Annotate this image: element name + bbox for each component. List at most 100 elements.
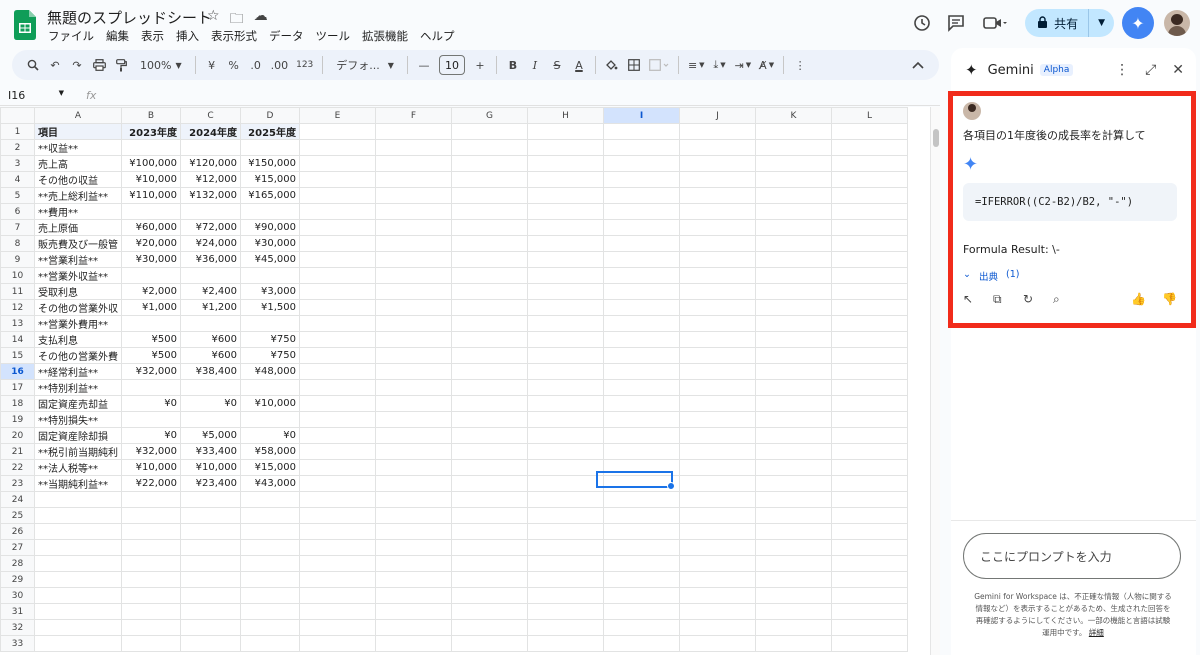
cell[interactable] <box>240 491 300 508</box>
cell[interactable] <box>527 219 604 236</box>
cell[interactable] <box>603 603 680 620</box>
cell[interactable] <box>755 219 832 236</box>
cell[interactable] <box>121 379 181 396</box>
cell[interactable] <box>679 603 756 620</box>
cell[interactable] <box>375 155 452 172</box>
cell[interactable] <box>180 571 241 588</box>
cell[interactable]: ¥165,000 <box>240 187 300 204</box>
cell[interactable] <box>299 331 376 348</box>
column-header[interactable]: J <box>679 107 756 124</box>
cell[interactable] <box>299 155 376 172</box>
cell[interactable] <box>831 299 908 316</box>
cell[interactable] <box>240 315 300 332</box>
cell[interactable] <box>451 395 528 412</box>
cell[interactable] <box>34 635 122 652</box>
cell[interactable]: ¥10,000 <box>121 459 181 476</box>
cell[interactable] <box>527 395 604 412</box>
cell[interactable] <box>527 267 604 284</box>
cell[interactable] <box>527 315 604 332</box>
cell[interactable] <box>527 555 604 572</box>
cell[interactable] <box>121 139 181 156</box>
cell[interactable] <box>831 507 908 524</box>
cell[interactable]: 受取利息 <box>34 283 122 300</box>
cell[interactable] <box>451 123 528 140</box>
cell[interactable] <box>755 603 832 620</box>
currency-format-button[interactable]: ¥ <box>201 53 223 77</box>
cell[interactable] <box>603 299 680 316</box>
cell[interactable] <box>679 635 756 652</box>
row-header[interactable]: 12 <box>0 299 35 316</box>
cell[interactable] <box>831 251 908 268</box>
cell[interactable] <box>299 171 376 188</box>
spreadsheet-grid[interactable]: ABCDEFGHIJKL 1 項目 2023年度 2024年度 2025年度 2 **収益*… <box>0 107 930 655</box>
cell[interactable] <box>451 187 528 204</box>
cell[interactable] <box>34 555 122 572</box>
cell[interactable] <box>755 459 832 476</box>
cell[interactable] <box>679 411 756 428</box>
cell[interactable]: ¥5,000 <box>180 427 241 444</box>
cell[interactable]: ¥22,000 <box>121 475 181 492</box>
formula-code-block[interactable]: =IFERROR((C2-B2)/B2, "-") <box>963 183 1177 221</box>
cell[interactable] <box>527 459 604 476</box>
more-formats-button[interactable]: 123 <box>292 53 317 77</box>
cell[interactable] <box>679 587 756 604</box>
cell[interactable] <box>375 347 452 364</box>
cell[interactable] <box>121 539 181 556</box>
cell[interactable] <box>603 507 680 524</box>
cell[interactable]: ¥0 <box>121 427 181 444</box>
column-header[interactable]: A <box>34 107 122 124</box>
cell[interactable]: **営業利益** <box>34 251 122 268</box>
cell[interactable]: 支払利息 <box>34 331 122 348</box>
cell[interactable] <box>603 443 680 460</box>
cell[interactable]: ¥48,000 <box>240 363 300 380</box>
thumbs-up-icon[interactable]: 👍 <box>1131 292 1146 308</box>
cell[interactable] <box>755 363 832 380</box>
row-header[interactable]: 16 <box>0 363 35 380</box>
cell[interactable] <box>180 507 241 524</box>
cell[interactable]: ¥24,000 <box>180 235 241 252</box>
cell[interactable] <box>831 315 908 332</box>
cell[interactable] <box>180 139 241 156</box>
cell[interactable]: ¥30,000 <box>121 251 181 268</box>
cell[interactable] <box>603 459 680 476</box>
cell[interactable] <box>755 539 832 556</box>
cell[interactable] <box>603 523 680 540</box>
cell[interactable] <box>831 171 908 188</box>
cell[interactable] <box>679 267 756 284</box>
cell[interactable] <box>831 139 908 156</box>
row-header[interactable]: 33 <box>0 635 35 652</box>
cell[interactable] <box>299 539 376 556</box>
cell[interactable]: ¥23,400 <box>180 475 241 492</box>
cell[interactable] <box>299 571 376 588</box>
retry-icon[interactable]: ↻ <box>1023 292 1053 308</box>
cell[interactable] <box>831 379 908 396</box>
cell[interactable] <box>451 571 528 588</box>
cell[interactable] <box>603 539 680 556</box>
cell[interactable]: ¥45,000 <box>240 251 300 268</box>
meet-video-icon[interactable] <box>973 6 1017 40</box>
cell[interactable] <box>299 427 376 444</box>
cell[interactable] <box>240 139 300 156</box>
cell[interactable]: ¥500 <box>121 347 181 364</box>
cell[interactable] <box>527 411 604 428</box>
row-header[interactable]: 21 <box>0 443 35 460</box>
cell[interactable] <box>603 203 680 220</box>
cell[interactable] <box>679 155 756 172</box>
column-header[interactable]: D <box>240 107 300 124</box>
cell[interactable] <box>679 235 756 252</box>
cell[interactable] <box>831 363 908 380</box>
cell[interactable] <box>831 539 908 556</box>
cell[interactable]: その他の収益 <box>34 171 122 188</box>
cell[interactable]: ¥750 <box>240 347 300 364</box>
cell[interactable] <box>299 411 376 428</box>
cell[interactable] <box>603 411 680 428</box>
cell[interactable] <box>679 347 756 364</box>
cell[interactable] <box>527 443 604 460</box>
cell[interactable] <box>375 363 452 380</box>
row-header[interactable]: 4 <box>0 171 35 188</box>
cell[interactable]: ¥132,000 <box>180 187 241 204</box>
menu-insert[interactable]: 挿入 <box>170 28 205 44</box>
print-icon[interactable] <box>88 53 110 77</box>
cell[interactable] <box>121 619 181 636</box>
row-header[interactable]: 24 <box>0 491 35 508</box>
